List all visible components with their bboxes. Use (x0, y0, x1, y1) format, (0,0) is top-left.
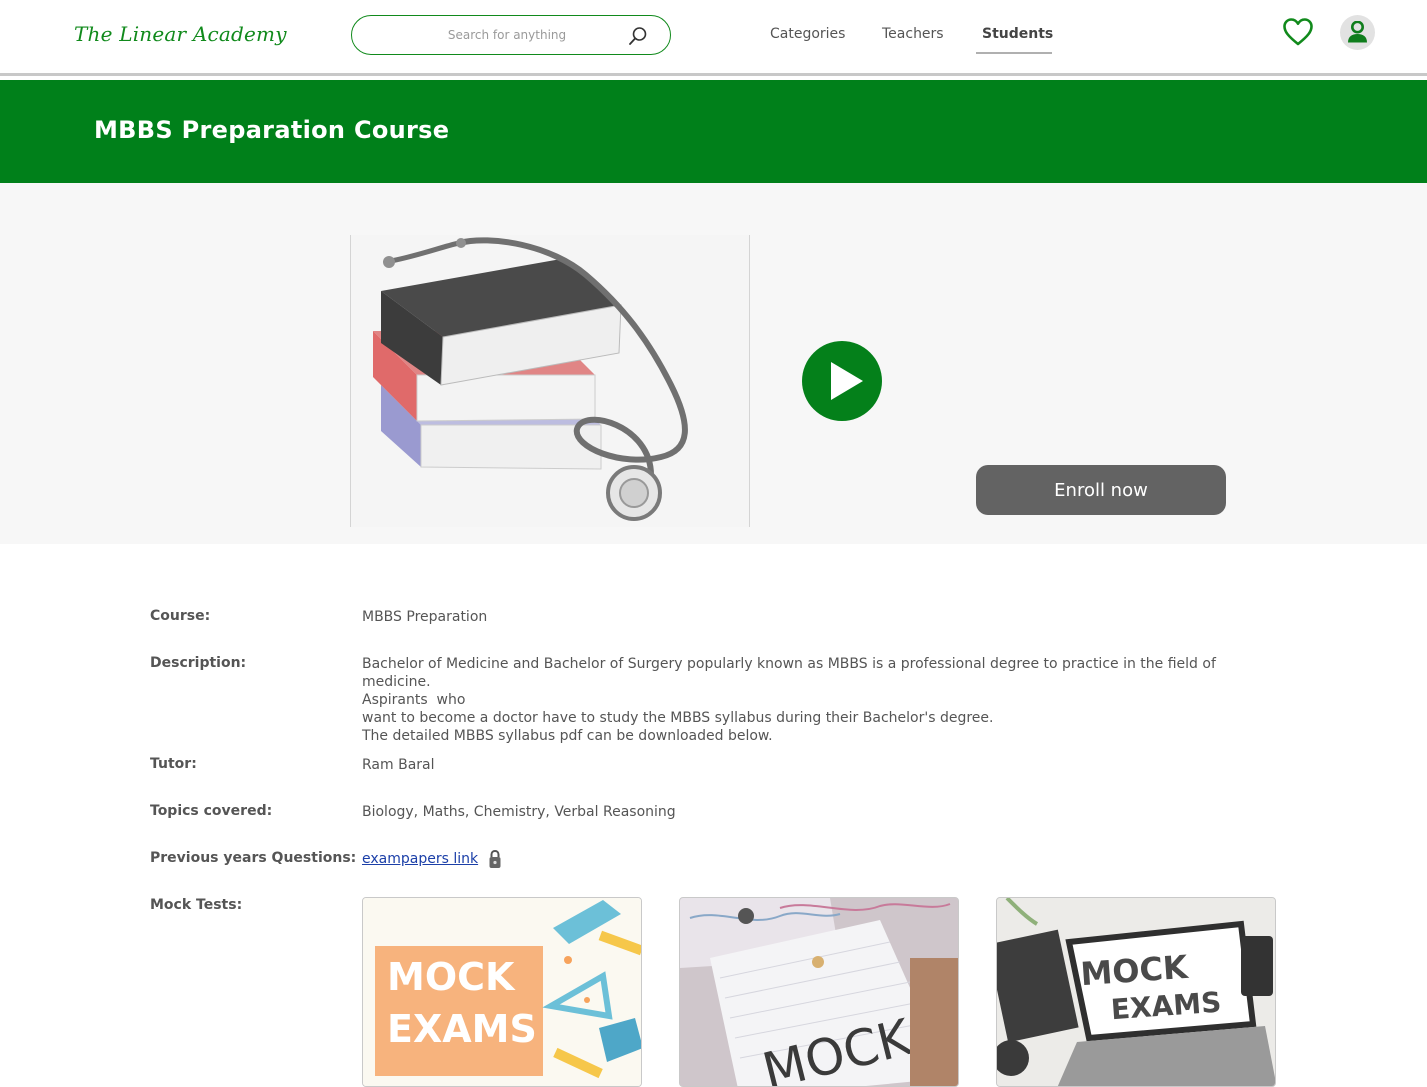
mock-exams-illustration: MOCK EXAMS (363, 898, 641, 1086)
mock-card-line1: MOCK (1079, 948, 1190, 993)
description-line: want to become a doctor have to study th… (362, 710, 994, 726)
search-icon[interactable] (628, 26, 648, 46)
exampapers-link[interactable]: exampapers link (362, 850, 478, 868)
page-title: MBBS Preparation Course (94, 116, 450, 144)
topics-value: Biology, Maths, Chemistry, Verbal Reason… (362, 804, 676, 820)
search-input[interactable] (382, 24, 632, 46)
mock-card-line1: MOCK (387, 955, 516, 999)
description-label: Description: (150, 655, 247, 671)
course-label: Course: (150, 608, 211, 624)
mock-test-card[interactable]: MOCK EXAMS (996, 897, 1276, 1087)
course-banner: MBBS Preparation Course (0, 80, 1427, 183)
course-thumbnail (350, 235, 750, 527)
tutor-value: Ram Baral (362, 757, 435, 773)
description-line: The detailed MBBS syllabus pdf can be do… (362, 728, 773, 744)
site-logo[interactable]: The Linear Academy (74, 22, 287, 46)
description-line: Bachelor of Medicine and Bachelor of Sur… (362, 656, 1216, 690)
user-icon (1348, 21, 1367, 43)
lock-icon (489, 849, 501, 868)
nav-students[interactable]: Students (982, 26, 1053, 42)
course-value: MBBS Preparation (362, 609, 488, 625)
books-stethoscope-illustration (351, 235, 749, 527)
mock-test-card[interactable]: MOCK EXAMS (362, 897, 642, 1087)
course-hero: Enroll now (0, 183, 1427, 544)
heart-icon[interactable] (1282, 17, 1314, 47)
pyq-label: Previous years Questions: (150, 850, 357, 866)
nav-teachers[interactable]: Teachers (882, 26, 944, 42)
active-nav-indicator (976, 52, 1052, 54)
enroll-button[interactable]: Enroll now (976, 465, 1226, 515)
tutor-label: Tutor: (150, 756, 197, 772)
description-line: Aspirants who (362, 692, 466, 708)
description-value: Bachelor of Medicine and Bachelor of Sur… (362, 655, 1282, 745)
play-icon (831, 362, 863, 400)
topics-label: Topics covered: (150, 803, 273, 819)
mocks-note-illustration: MOCKS. (680, 898, 958, 1086)
top-navbar: The Linear Academy Categories Teachers S… (0, 0, 1427, 76)
mock-card-line2: EXAMS (387, 1007, 537, 1051)
mock-exams-laptop-illustration: MOCK EXAMS (997, 898, 1275, 1086)
search-bar[interactable] (351, 15, 671, 55)
nav-categories[interactable]: Categories (770, 26, 845, 42)
mock-tests-label: Mock Tests: (150, 897, 243, 913)
play-video-button[interactable] (802, 341, 882, 421)
mock-test-card[interactable]: MOCKS. (679, 897, 959, 1087)
avatar[interactable] (1340, 15, 1375, 50)
